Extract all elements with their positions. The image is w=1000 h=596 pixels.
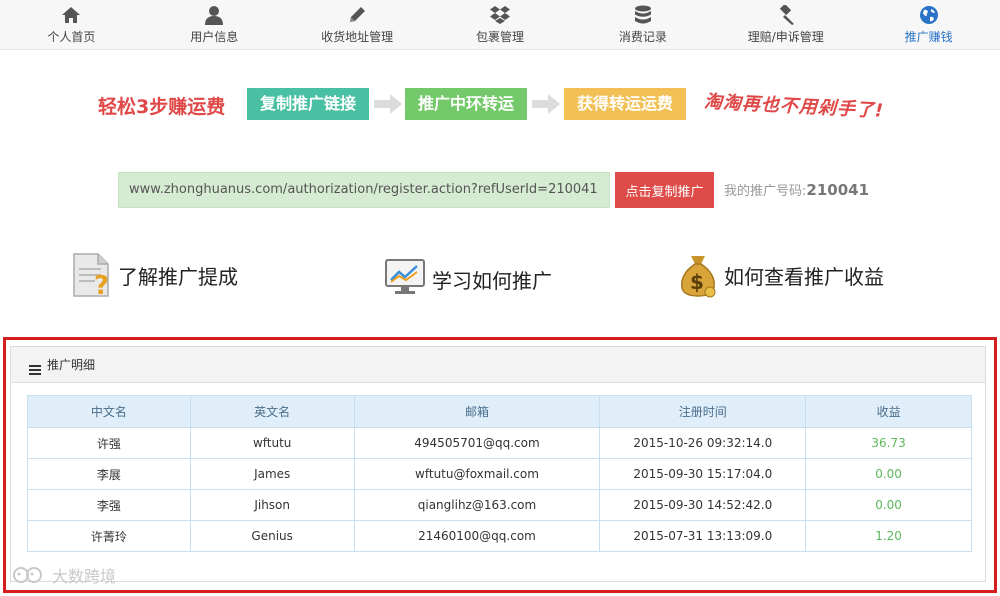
nav-item-home[interactable]: 个人首页 bbox=[0, 0, 143, 49]
table-row: 许菁玲 Genius 21460100@qq.com 2015-07-31 13… bbox=[27, 520, 972, 552]
cell-email: wftutu@foxmail.com bbox=[353, 458, 601, 490]
promo-title: 轻松3步赚运费 bbox=[98, 96, 226, 118]
cell-chinese-name: 李展 bbox=[27, 458, 191, 490]
promo-steps: 轻松3步赚运费 复制推广链接 推广中环转运 获得转运运费 淘淘再也不用剁手了! bbox=[98, 88, 898, 124]
cell-register-time: 2015-10-26 09:32:14.0 bbox=[599, 427, 807, 459]
home-icon bbox=[60, 4, 82, 26]
referral-code: 我的推广号码:210041 bbox=[724, 180, 869, 199]
dropbox-icon bbox=[489, 4, 511, 26]
nav-item-parcels[interactable]: 包裹管理 bbox=[429, 0, 572, 49]
cell-register-time: 2015-09-30 14:52:42.0 bbox=[599, 489, 807, 521]
document-question-icon: ? bbox=[70, 252, 114, 301]
nav-label: 推广赚钱 bbox=[904, 30, 953, 44]
pencil-icon bbox=[346, 4, 368, 26]
help-label: 学习如何推广 bbox=[432, 268, 552, 293]
referral-code-label: 我的推广号码: bbox=[724, 184, 807, 199]
nav-item-user-info[interactable]: 用户信息 bbox=[143, 0, 286, 49]
referral-link-field[interactable]: www.zhonghuanus.com/authorization/regist… bbox=[118, 172, 610, 208]
nav-label: 包裹管理 bbox=[476, 30, 525, 44]
table-row: 李强 Jihson qianglihz@163.com 2015-09-30 1… bbox=[27, 489, 972, 521]
arrow-right-icon bbox=[532, 94, 560, 114]
cell-earnings: 0.00 bbox=[805, 458, 972, 490]
nav-label: 用户信息 bbox=[190, 30, 239, 44]
help-label: 了解推广提成 bbox=[118, 264, 238, 289]
step-copy-link: 复制推广链接 bbox=[247, 88, 369, 120]
globe-icon bbox=[918, 4, 940, 26]
nav-item-address[interactable]: 收货地址管理 bbox=[286, 0, 429, 49]
nav-label: 收货地址管理 bbox=[321, 30, 394, 44]
cell-register-time: 2015-07-31 13:13:09.0 bbox=[599, 520, 807, 552]
cell-earnings: 1.20 bbox=[805, 520, 972, 552]
cell-email: qianglihz@163.com bbox=[353, 489, 601, 521]
top-nav: 个人首页 用户信息 收货地址管理 包裹管理 消费记录 理赔/申诉管理 推广赚钱 bbox=[0, 0, 1000, 50]
money-bag-icon: $ bbox=[676, 252, 720, 298]
help-label: 如何查看推广收益 bbox=[724, 264, 884, 289]
database-icon bbox=[632, 4, 654, 26]
arrow-right-icon bbox=[374, 94, 402, 114]
help-view-earnings-link[interactable]: $ 如何查看推广收益 bbox=[676, 250, 884, 300]
watermark: 大数跨境 bbox=[12, 563, 116, 587]
cell-register-time: 2015-09-30 15:17:04.0 bbox=[599, 458, 807, 490]
cell-email: 494505701@qq.com bbox=[353, 427, 601, 459]
svg-text:?: ? bbox=[94, 271, 109, 298]
gavel-icon bbox=[775, 4, 797, 26]
cell-chinese-name: 许菁玲 bbox=[27, 520, 191, 552]
table-row: 李展 James wftutu@foxmail.com 2015-09-30 1… bbox=[27, 458, 972, 490]
table-row: 许强 wftutu 494505701@qq.com 2015-10-26 09… bbox=[27, 427, 972, 459]
nav-label: 消费记录 bbox=[618, 30, 667, 44]
column-header-chinese-name: 中文名 bbox=[27, 395, 191, 428]
cell-english-name: James bbox=[189, 458, 355, 490]
cell-earnings: 36.73 bbox=[805, 427, 972, 459]
column-header-english-name: 英文名 bbox=[189, 395, 355, 428]
nav-item-consumption[interactable]: 消费记录 bbox=[571, 0, 714, 49]
nav-item-claims[interactable]: 理赔/申诉管理 bbox=[714, 0, 857, 49]
nav-item-promote[interactable]: 推广赚钱 bbox=[857, 0, 1000, 49]
cell-chinese-name: 李强 bbox=[27, 489, 191, 521]
cell-english-name: Genius bbox=[189, 520, 355, 552]
watermark-logo-icon bbox=[12, 565, 48, 585]
column-header-email: 邮箱 bbox=[353, 395, 601, 428]
cell-email: 21460100@qq.com bbox=[353, 520, 601, 552]
cell-english-name: wftutu bbox=[189, 427, 355, 459]
svg-text:$: $ bbox=[690, 270, 704, 294]
panel-header: 推广明细 bbox=[11, 347, 985, 383]
user-icon bbox=[203, 4, 225, 26]
watermark-text: 大数跨境 bbox=[52, 567, 117, 586]
copy-link-button[interactable]: 点击复制推广 bbox=[615, 172, 714, 208]
panel-title: 推广明细 bbox=[47, 358, 96, 372]
cell-chinese-name: 许强 bbox=[27, 427, 191, 459]
promo-slogan: 淘淘再也不用剁手了! bbox=[703, 91, 885, 122]
monitor-chart-icon bbox=[384, 256, 428, 302]
list-icon bbox=[29, 360, 41, 375]
column-header-earnings: 收益 bbox=[805, 395, 972, 428]
promotion-detail-panel: 推广明细 中文名 英文名 邮箱 注册时间 收益 许强 wftutu 494505… bbox=[10, 346, 986, 582]
table-header-row: 中文名 英文名 邮箱 注册时间 收益 bbox=[27, 395, 972, 428]
nav-label: 理赔/申诉管理 bbox=[747, 30, 824, 44]
nav-label: 个人首页 bbox=[47, 30, 96, 44]
help-commission-link[interactable]: ? 了解推广提成 bbox=[70, 250, 238, 301]
cell-english-name: Jihson bbox=[189, 489, 355, 521]
step-get-fee: 获得转运运费 bbox=[564, 88, 686, 120]
promotion-detail-table: 中文名 英文名 邮箱 注册时间 收益 许强 wftutu 494505701@q… bbox=[27, 395, 972, 552]
step-promote: 推广中环转运 bbox=[405, 88, 527, 120]
help-how-to-promote-link[interactable]: 学习如何推广 bbox=[384, 254, 552, 304]
referral-code-value: 210041 bbox=[806, 181, 870, 199]
column-header-register-time: 注册时间 bbox=[599, 395, 807, 428]
cell-earnings: 0.00 bbox=[805, 489, 972, 521]
